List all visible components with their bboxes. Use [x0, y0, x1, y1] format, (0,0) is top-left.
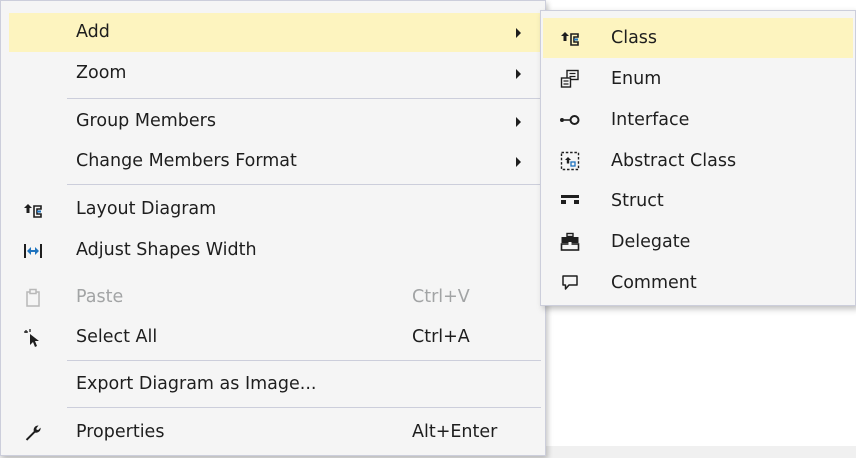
menu-item-label: Group Members: [76, 111, 216, 131]
menu-item-label: Adjust Shapes Width: [76, 240, 257, 260]
menu-item-label: Add: [76, 22, 110, 42]
menu-item-shortcut: Ctrl+A: [412, 327, 470, 347]
struct-icon: [549, 181, 591, 221]
submenu-item-abstract-class[interactable]: Abstract Class: [543, 141, 853, 181]
menu-item-label: Export Diagram as Image...: [76, 374, 317, 394]
submenu-item-label: Interface: [611, 110, 690, 130]
layout-diagram-icon: [9, 190, 57, 229]
class-icon: [549, 18, 591, 58]
menu-separator: [67, 184, 541, 185]
submenu-item-label: Delegate: [611, 232, 691, 252]
menu-item-paste[interactable]: Paste Ctrl+V: [9, 278, 543, 317]
stage: Add Zoom Group Members Change Members Fo…: [0, 0, 856, 458]
submenu-arrow-icon: [516, 117, 521, 127]
submenu-item-label: Abstract Class: [611, 151, 737, 171]
menu-item-label: Properties: [76, 422, 165, 442]
menu-item-label: Zoom: [76, 63, 127, 83]
interface-icon: [549, 100, 591, 140]
submenu-item-enum[interactable]: Enum: [543, 59, 853, 99]
menu-separator: [67, 360, 541, 361]
menu-item-add[interactable]: Add: [9, 13, 543, 52]
comment-icon: [549, 263, 591, 303]
menu-item-properties[interactable]: Properties Alt+Enter: [9, 413, 543, 452]
submenu-item-delegate[interactable]: Delegate: [543, 222, 853, 262]
menu-item-adjust-shapes-width[interactable]: Adjust Shapes Width: [9, 231, 543, 270]
menu-item-label: Change Members Format: [76, 151, 297, 171]
submenu-item-label: Class: [611, 28, 658, 48]
submenu-arrow-icon: [516, 157, 521, 167]
wrench-icon: [9, 413, 57, 452]
paste-icon: [9, 278, 57, 317]
abstract-class-icon: [549, 141, 591, 181]
menu-item-layout-diagram[interactable]: Layout Diagram: [9, 190, 543, 229]
submenu-arrow-icon: [516, 69, 521, 79]
select-all-icon: [9, 318, 57, 357]
menu-item-shortcut: Ctrl+V: [412, 287, 470, 307]
submenu-item-comment[interactable]: Comment: [543, 263, 853, 303]
menu-item-label: Select All: [76, 327, 158, 347]
submenu-item-class[interactable]: Class: [543, 18, 853, 58]
enum-icon: [549, 59, 591, 99]
menu-item-group-members[interactable]: Group Members: [9, 102, 543, 141]
submenu-arrow-icon: [516, 28, 521, 38]
submenu-item-interface[interactable]: Interface: [543, 100, 853, 140]
submenu-item-label: Struct: [611, 191, 664, 211]
delegate-icon: [549, 222, 591, 262]
submenu-item-label: Comment: [611, 273, 697, 293]
submenu-item-struct[interactable]: Struct: [543, 181, 853, 221]
menu-item-label: Paste: [76, 287, 124, 307]
menu-item-label: Layout Diagram: [76, 199, 217, 219]
menu-item-zoom[interactable]: Zoom: [9, 54, 543, 93]
menu-separator: [67, 98, 541, 99]
menu-item-shortcut: Alt+Enter: [412, 422, 498, 442]
menu-item-select-all[interactable]: Select All Ctrl+A: [9, 318, 543, 357]
add-submenu: Class Enum Interface Abstract Class Stru…: [540, 10, 856, 306]
adjust-width-icon: [9, 231, 57, 270]
menu-item-change-members-format[interactable]: Change Members Format: [9, 142, 543, 181]
context-menu: Add Zoom Group Members Change Members Fo…: [0, 0, 546, 456]
submenu-item-label: Enum: [611, 69, 662, 89]
menu-item-export-diagram[interactable]: Export Diagram as Image...: [9, 365, 543, 404]
menu-separator: [67, 407, 541, 408]
